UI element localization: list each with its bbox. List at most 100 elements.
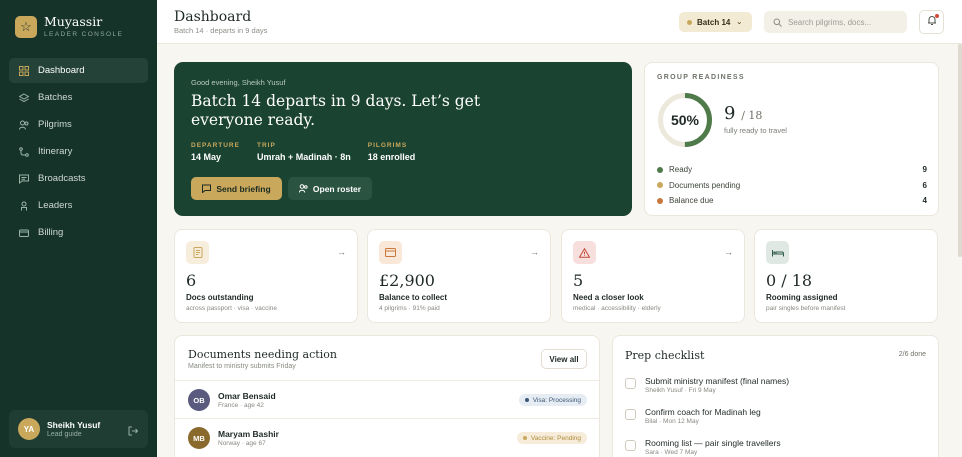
send-briefing-button[interactable]: Send briefing	[191, 177, 282, 200]
brand-subtitle: LEADER CONSOLE	[44, 31, 124, 38]
checklist-item[interactable]: Rooming list — pair single travellers Sa…	[625, 435, 925, 457]
sidebar-item-label: Broadcasts	[38, 173, 86, 184]
sidebar-nav: Dashboard Batches Pilgrims Itinerary Bro…	[9, 58, 148, 247]
readiness-legend: Ready 9 Documents pending 6 Balance due …	[657, 162, 927, 209]
readiness-subtitle: fully ready to travel	[724, 126, 787, 135]
sidebar-item-dashboard[interactable]: Dashboard	[9, 58, 148, 83]
hero-greeting: Good evening, Sheikh Yusuf	[191, 78, 286, 87]
view-all-button[interactable]: View all	[541, 349, 587, 369]
hero-stat-label: DEPARTURE	[191, 142, 240, 149]
message-icon	[19, 174, 29, 184]
stat-value: £2,900	[379, 271, 435, 290]
sidebar-item-label: Itinerary	[38, 146, 73, 157]
legend-row-documents-pending: Documents pending 6	[657, 178, 927, 194]
sidebar-item-batches[interactable]: Batches	[9, 85, 148, 110]
checkbox[interactable]	[625, 440, 636, 451]
arrow-right-icon: →	[724, 247, 733, 257]
brand[interactable]: ☆ Muyassir LEADER CONSOLE	[15, 15, 123, 38]
checklist-item-meta: Sara · Wed 7 May	[645, 449, 698, 456]
documents-card: Documents needing action Manifest to min…	[174, 335, 600, 457]
chevron-down-icon: ⌄	[736, 19, 743, 26]
arrow-right-icon: →	[530, 247, 539, 257]
layers-icon	[19, 92, 29, 103]
sidebar-item-itinerary[interactable]: Itinerary	[9, 139, 148, 164]
legend-row-ready: Ready 9	[657, 162, 927, 178]
open-roster-label: Open roster	[312, 183, 362, 194]
scrollbar[interactable]	[958, 44, 962, 257]
open-roster-button[interactable]: Open roster	[288, 177, 372, 200]
legend-dot	[657, 182, 663, 189]
stat-card-closer-look[interactable]: → 5 Need a closer look medical · accessi…	[561, 229, 745, 323]
documents-title: Documents needing action	[188, 348, 337, 361]
users-icon	[19, 120, 29, 130]
pilgrim-name: Omar Bensaid	[218, 391, 276, 401]
badge-icon	[19, 201, 29, 211]
notification-dot	[935, 14, 939, 18]
logout-icon[interactable]	[128, 423, 139, 436]
stat-label: Balance to collect	[379, 293, 448, 302]
hero-stat-pilgrims: PILGRIMS 18 enrolled	[368, 142, 416, 162]
table-row[interactable]: OB Omar Bensaid France · age 42 Visa: Pr…	[175, 380, 599, 418]
legend-row-balance-due: Balance due 4	[657, 193, 927, 209]
status-badge: Vaccine: Pending	[516, 432, 587, 444]
hero-stat-value: Umrah + Madinah · 8n	[256, 152, 351, 162]
status-badge-label: Vaccine: Pending	[530, 434, 581, 442]
checkbox[interactable]	[625, 409, 636, 420]
sidebar-item-broadcasts[interactable]: Broadcasts	[9, 166, 148, 191]
stat-subtext: 4 pilgrims · 91% paid	[379, 305, 440, 312]
pilgrim-meta: France · age 42	[218, 402, 264, 409]
sidebar-item-label: Pilgrims	[38, 119, 72, 130]
checklist-item[interactable]: Confirm coach for Madinah leg Bilal · Mo…	[625, 404, 925, 432]
card-icon	[379, 241, 402, 264]
checklist-item-text: Confirm coach for Madinah leg	[645, 407, 761, 417]
legend-value: 9	[922, 165, 927, 175]
notifications-button[interactable]	[919, 10, 944, 34]
checklist-item-meta: Bilal · Mon 12 May	[645, 418, 699, 425]
status-dot	[687, 19, 692, 25]
arrow-right-icon: →	[337, 247, 346, 257]
hero-stats: DEPARTURE 14 May TRIP Umrah + Madinah · …	[191, 142, 432, 162]
stat-subtext: pair singles before manifest	[766, 305, 846, 312]
user-card[interactable]: YA Sheikh Yusuf Lead guide	[9, 410, 148, 448]
stat-card-rooming[interactable]: 0 / 18 Rooming assigned pair singles bef…	[754, 229, 938, 323]
users-icon	[298, 184, 308, 193]
status-dot	[524, 398, 529, 402]
readiness-count-total: / 18	[741, 109, 763, 122]
stat-card-balance[interactable]: → £2,900 Balance to collect 4 pilgrims ·…	[367, 229, 551, 323]
hero-title: Batch 14 departs in 9 days. Let’s get ev…	[191, 92, 481, 129]
stat-subtext: across passport · visa · vaccine	[186, 305, 278, 312]
checklist-item-meta: Sheikh Yusuf · Fri 9 May	[645, 387, 716, 394]
star-logo-icon: ☆	[15, 15, 37, 38]
checklist-item[interactable]: Submit ministry manifest (final names) S…	[625, 373, 925, 401]
table-row[interactable]: MB Maryam Bashir Norway · age 67 Vaccine…	[175, 418, 599, 456]
sidebar-item-pilgrims[interactable]: Pilgrims	[9, 112, 148, 137]
message-icon	[202, 184, 212, 193]
legend-value: 4	[922, 196, 927, 206]
sidebar-item-label: Dashboard	[38, 65, 85, 76]
legend-label: Ready	[669, 165, 693, 175]
stat-label: Docs outstanding	[186, 293, 254, 302]
status-badge-label: Visa: Processing	[532, 396, 581, 404]
sidebar: ☆ Muyassir LEADER CONSOLE Dashboard Batc…	[0, 0, 157, 457]
sidebar-item-billing[interactable]: Billing	[9, 220, 148, 245]
sidebar-item-leaders[interactable]: Leaders	[9, 193, 148, 218]
search-input[interactable]: Search pilgrims, docs...	[764, 11, 907, 33]
user-name: Sheikh Yusuf	[47, 420, 101, 430]
batch-select[interactable]: Batch 14 ⌄	[679, 12, 752, 32]
stat-label: Need a closer look	[573, 293, 644, 302]
status-badge: Visa: Processing	[518, 394, 587, 406]
legend-dot	[657, 166, 663, 173]
user-role: Lead guide	[47, 431, 82, 438]
search-placeholder: Search pilgrims, docs...	[788, 17, 872, 27]
hero-stat-value: 18 enrolled	[367, 152, 416, 162]
stat-label: Rooming assigned	[766, 293, 838, 302]
checkbox[interactable]	[625, 378, 636, 389]
avatar: MB	[188, 427, 210, 449]
checklist-count: 2/6 done	[898, 351, 926, 358]
grid-icon	[19, 65, 29, 76]
hero-stat-label: PILGRIMS	[367, 142, 408, 149]
prep-checklist-card: Prep checklist 2/6 done Submit ministry …	[612, 335, 939, 457]
stat-card-docs-outstanding[interactable]: → 6 Docs outstanding across passport · v…	[174, 229, 358, 323]
hero-stat-label: TRIP	[256, 142, 276, 149]
sidebar-item-label: Leaders	[38, 200, 73, 211]
